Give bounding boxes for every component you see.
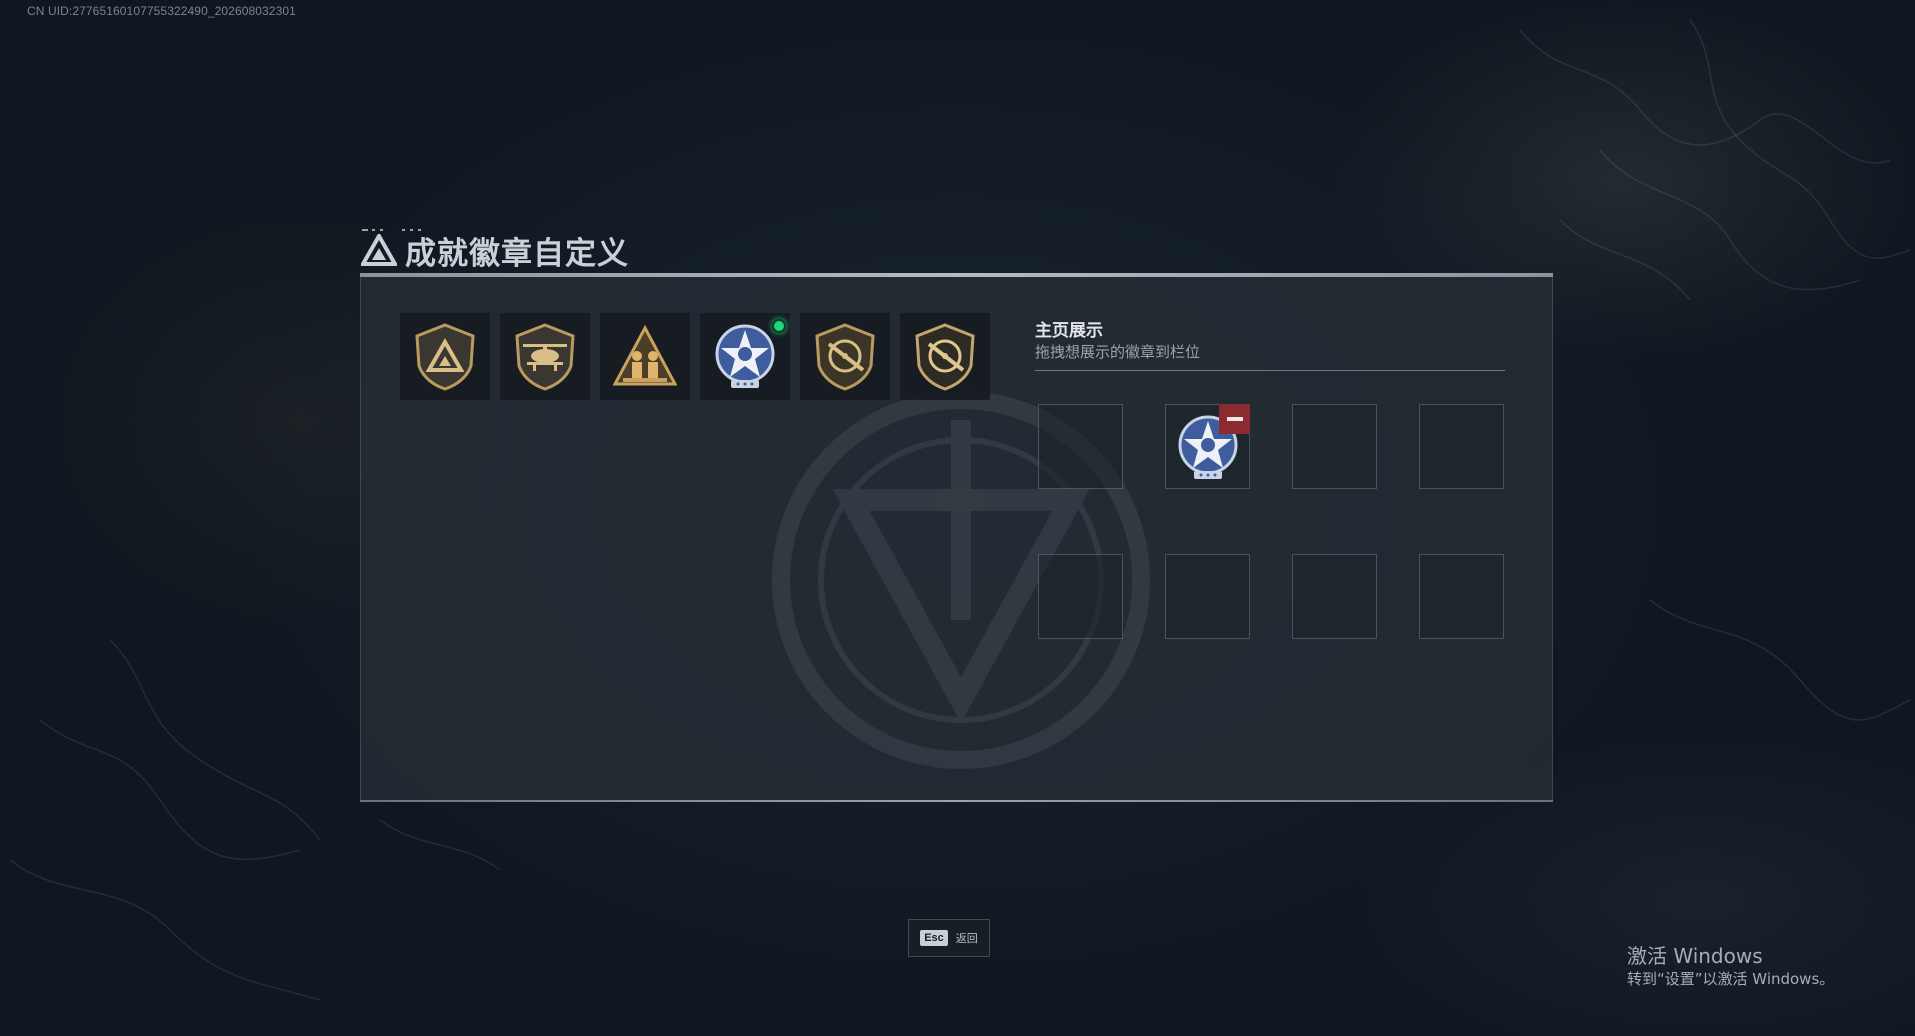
windows-activation-subtitle: 转到“设置”以激活 Windows。: [1627, 970, 1835, 988]
star-medal-badge-icon: [715, 324, 775, 388]
showcase-slot[interactable]: [1038, 554, 1123, 639]
panel-top-border: [360, 273, 1553, 277]
shield-helicopter-badge-icon: [515, 322, 575, 391]
minus-icon: [1226, 417, 1243, 421]
badge-item[interactable]: [400, 313, 490, 400]
triangle-emblem-icon: [361, 234, 397, 266]
showcase-slot[interactable]: [1419, 404, 1504, 489]
panel-bottom-border: [360, 800, 1553, 802]
showcase-slot[interactable]: [1165, 554, 1250, 639]
badge-item[interactable]: [500, 313, 590, 400]
badge-item[interactable]: [600, 313, 690, 400]
windows-activation-title: 激活 Windows: [1627, 944, 1763, 968]
showcase-slot[interactable]: [1038, 404, 1123, 489]
showcase-slot[interactable]: [1419, 554, 1504, 639]
badge-collection: [400, 313, 990, 400]
showcase-divider: [1035, 370, 1505, 371]
triangle-soldiers-badge-icon: [613, 324, 677, 385]
remove-badge-button[interactable]: [1219, 404, 1250, 434]
esc-key-icon: Esc: [920, 930, 948, 946]
shield-triangle-badge-icon: [415, 322, 475, 391]
dialog-title: 成就徽章自定义: [405, 235, 629, 272]
back-button[interactable]: Esc 返回: [908, 919, 990, 957]
showcase-subtitle: 拖拽想展示的徽章到栏位: [1035, 343, 1201, 361]
dialog-title-bar: 成就徽章自定义: [361, 226, 629, 274]
new-badge-indicator: [772, 319, 786, 333]
shield-rifle-badge-icon: [815, 322, 875, 391]
back-label: 返回: [955, 932, 978, 945]
showcase-slot[interactable]: [1165, 404, 1250, 489]
game-background: CN UID:27765160107755322490_202608032301…: [0, 0, 1915, 1036]
badge-item[interactable]: [800, 313, 890, 400]
showcase-title: 主页展示: [1035, 321, 1103, 341]
uid-label: CN UID:27765160107755322490_202608032301: [27, 4, 296, 18]
shield-rifle-badge-dark-icon: [915, 322, 975, 391]
badge-item[interactable]: [900, 313, 990, 400]
badge-item[interactable]: [700, 313, 790, 400]
showcase-slot[interactable]: [1292, 554, 1377, 639]
showcase-slot[interactable]: [1292, 404, 1377, 489]
